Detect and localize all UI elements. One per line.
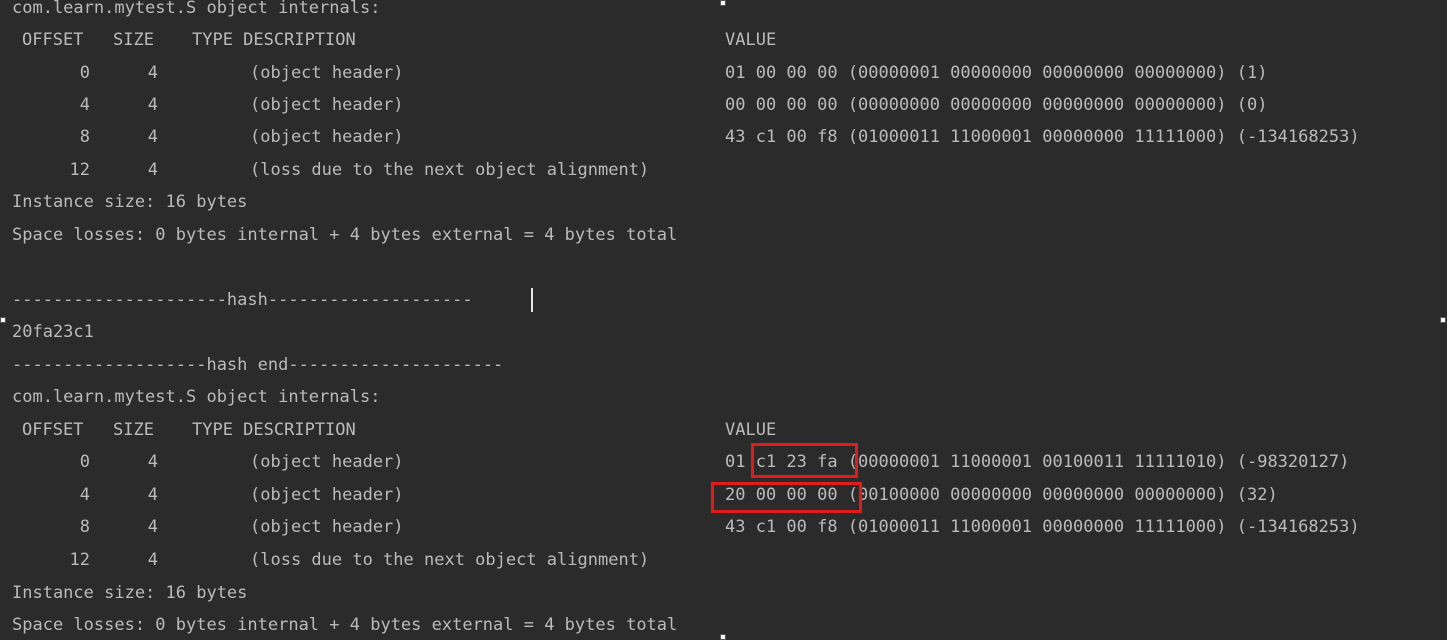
resize-handle-top[interactable]	[720, 0, 726, 6]
row-description: (object header)	[250, 63, 404, 83]
row-value: 01 00 00 00 (00000001 00000000 00000000 …	[725, 63, 1268, 83]
highlight-box-hash-byte-20	[711, 482, 862, 513]
row-size: 4	[147, 63, 158, 83]
header-size: SIZE	[113, 30, 154, 50]
header-type-description: TYPE DESCRIPTION	[192, 30, 356, 50]
instance-size-line: Instance size: 16 bytes	[12, 583, 248, 603]
table-row: 12 4 (loss due to the next object alignm…	[0, 154, 1447, 186]
resize-handle-bottom[interactable]	[720, 634, 726, 640]
header-offset: OFFSET	[22, 420, 84, 440]
row-size: 4	[147, 95, 158, 115]
header-type-description: TYPE DESCRIPTION	[192, 420, 356, 440]
table-header: OFFSET SIZE TYPE DESCRIPTION VALUE	[0, 24, 1447, 56]
row-size: 4	[147, 517, 158, 537]
table-row: 12 4 (loss due to the next object alignm…	[0, 544, 1447, 576]
row-description: (loss due to the next object alignment)	[250, 550, 650, 570]
text-cursor	[531, 288, 533, 312]
row-description: (object header)	[250, 485, 404, 505]
header-size: SIZE	[113, 420, 154, 440]
row-description: (object header)	[250, 95, 404, 115]
object-internals-title: com.learn.mytest.S object internals:	[12, 387, 381, 407]
row-offset: 8	[79, 127, 90, 147]
row-offset: 8	[79, 517, 90, 537]
row-size: 4	[147, 452, 158, 472]
row-description: (object header)	[250, 517, 404, 537]
row-description: (loss due to the next object alignment)	[250, 160, 650, 180]
row-value: 00 00 00 00 (00000000 00000000 00000000 …	[725, 95, 1268, 115]
table-row: 4 4 (object header) 00 00 00 00 (0000000…	[0, 89, 1447, 121]
row-offset: 4	[79, 485, 90, 505]
resize-handle-left[interactable]	[0, 317, 6, 323]
table-row: 0 4 (object header) 01 00 00 00 (0000000…	[0, 57, 1447, 89]
header-offset: OFFSET	[22, 30, 84, 50]
resize-handle-right[interactable]	[1440, 317, 1446, 323]
row-offset: 12	[69, 550, 90, 570]
instance-size-line: Instance size: 16 bytes	[12, 192, 248, 212]
table-row: 0 4 (object header) 01 c1 23 fa (0000000…	[0, 446, 1447, 478]
console-output[interactable]: com.learn.mytest.S object internals: OFF…	[0, 0, 1447, 640]
header-value: VALUE	[725, 420, 777, 440]
row-offset: 4	[79, 95, 90, 115]
highlight-box-hash-bytes	[751, 443, 858, 478]
row-offset: 0	[79, 452, 90, 472]
header-value: VALUE	[725, 30, 777, 50]
space-losses-line: Space losses: 0 bytes internal + 4 bytes…	[12, 225, 678, 245]
row-offset: 12	[69, 160, 90, 180]
row-value: 43 c1 00 f8 (01000011 11000001 00000000 …	[725, 127, 1360, 147]
row-size: 4	[147, 485, 158, 505]
row-size: 4	[147, 160, 158, 180]
table-row: 8 4 (object header) 43 c1 00 f8 (0100001…	[0, 511, 1447, 543]
row-size: 4	[147, 127, 158, 147]
hash-end-line: -------------------hash end-------------…	[12, 355, 504, 375]
row-size: 4	[147, 550, 158, 570]
hash-start-line: ---------------------hash---------------…	[12, 290, 473, 310]
row-value: 43 c1 00 f8 (01000011 11000001 00000000 …	[725, 517, 1360, 537]
row-offset: 0	[79, 63, 90, 83]
row-description: (object header)	[250, 452, 404, 472]
hash-value-line: 20fa23c1	[12, 322, 94, 342]
table-header: OFFSET SIZE TYPE DESCRIPTION VALUE	[0, 414, 1447, 446]
table-row: 8 4 (object header) 43 c1 00 f8 (0100001…	[0, 121, 1447, 153]
row-description: (object header)	[250, 127, 404, 147]
